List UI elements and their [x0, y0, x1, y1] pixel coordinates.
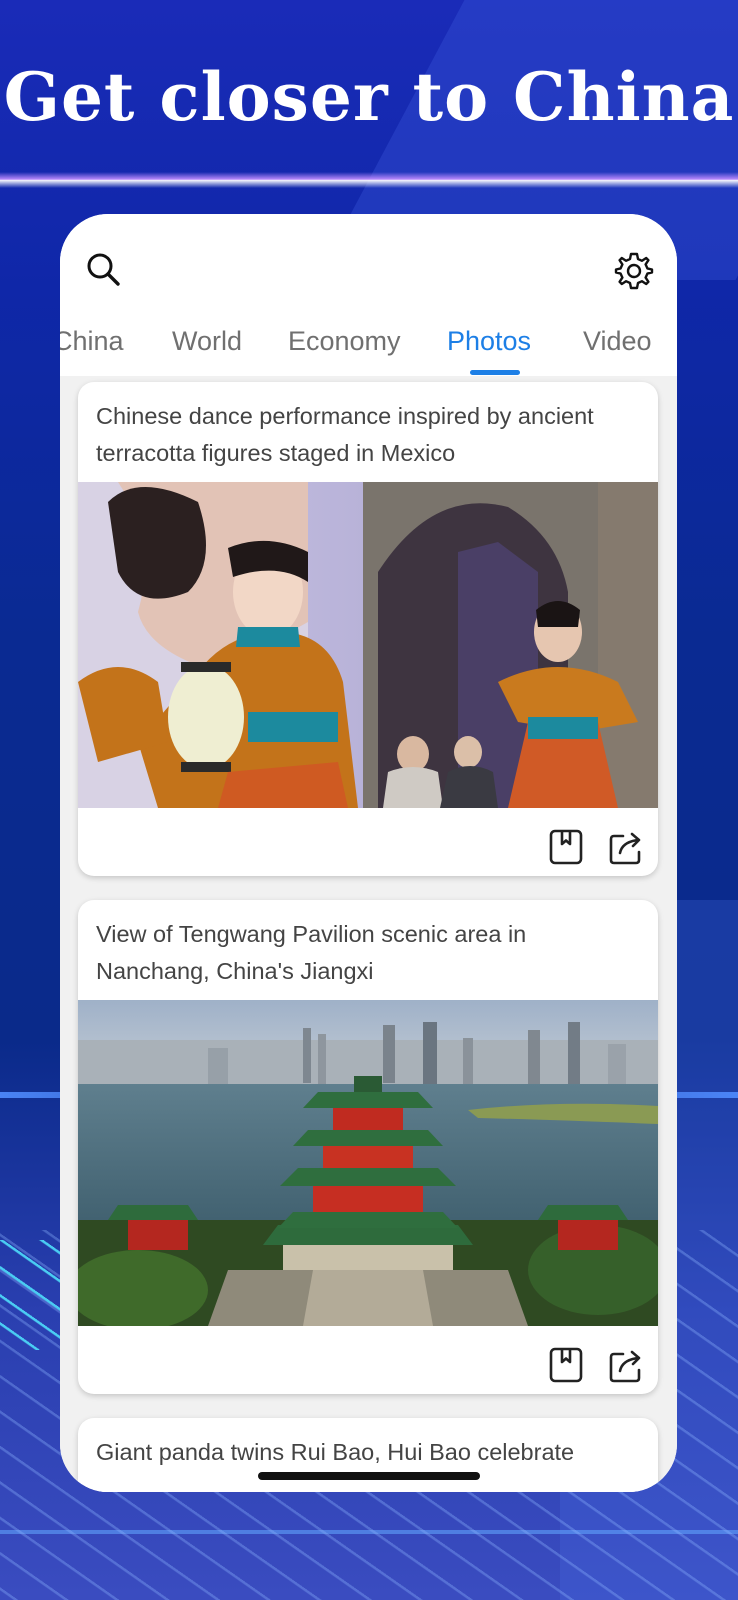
phone-screen: China World Economy Photos Video Chinese… — [60, 214, 677, 1492]
promo-headline: Get closer to China — [3, 58, 735, 136]
active-tab-indicator — [470, 370, 520, 375]
card-title[interactable]: View of Tengwang Pavilion scenic area in… — [96, 916, 641, 990]
news-card[interactable]: Giant panda twins Rui Bao, Hui Bao celeb… — [78, 1418, 658, 1492]
search-icon[interactable] — [82, 248, 126, 292]
news-card[interactable]: View of Tengwang Pavilion scenic area in… — [78, 900, 658, 1394]
bookmark-icon[interactable] — [548, 1346, 584, 1384]
share-icon[interactable] — [608, 1346, 644, 1384]
app-header: China World Economy Photos Video — [60, 214, 677, 375]
news-feed: Chinese dance performance inspired by an… — [60, 376, 677, 1492]
tab-economy[interactable]: Economy — [288, 326, 401, 357]
category-tabs: China World Economy Photos Video — [60, 326, 677, 370]
news-card[interactable]: Chinese dance performance inspired by an… — [78, 382, 658, 876]
card-title[interactable]: Giant panda twins Rui Bao, Hui Bao celeb… — [96, 1434, 641, 1471]
share-icon[interactable] — [608, 828, 644, 866]
tab-photos[interactable]: Photos — [447, 326, 531, 357]
bookmark-icon[interactable] — [548, 828, 584, 866]
card-photo[interactable] — [78, 482, 658, 808]
card-title[interactable]: Chinese dance performance inspired by an… — [96, 398, 641, 472]
card-photo[interactable] — [78, 1000, 658, 1330]
tab-china[interactable]: China — [60, 326, 124, 357]
tab-world[interactable]: World — [172, 326, 242, 357]
tab-video[interactable]: Video — [583, 326, 652, 357]
background-glow-line — [0, 172, 738, 188]
gear-icon[interactable] — [612, 248, 656, 292]
home-indicator[interactable] — [258, 1472, 480, 1480]
